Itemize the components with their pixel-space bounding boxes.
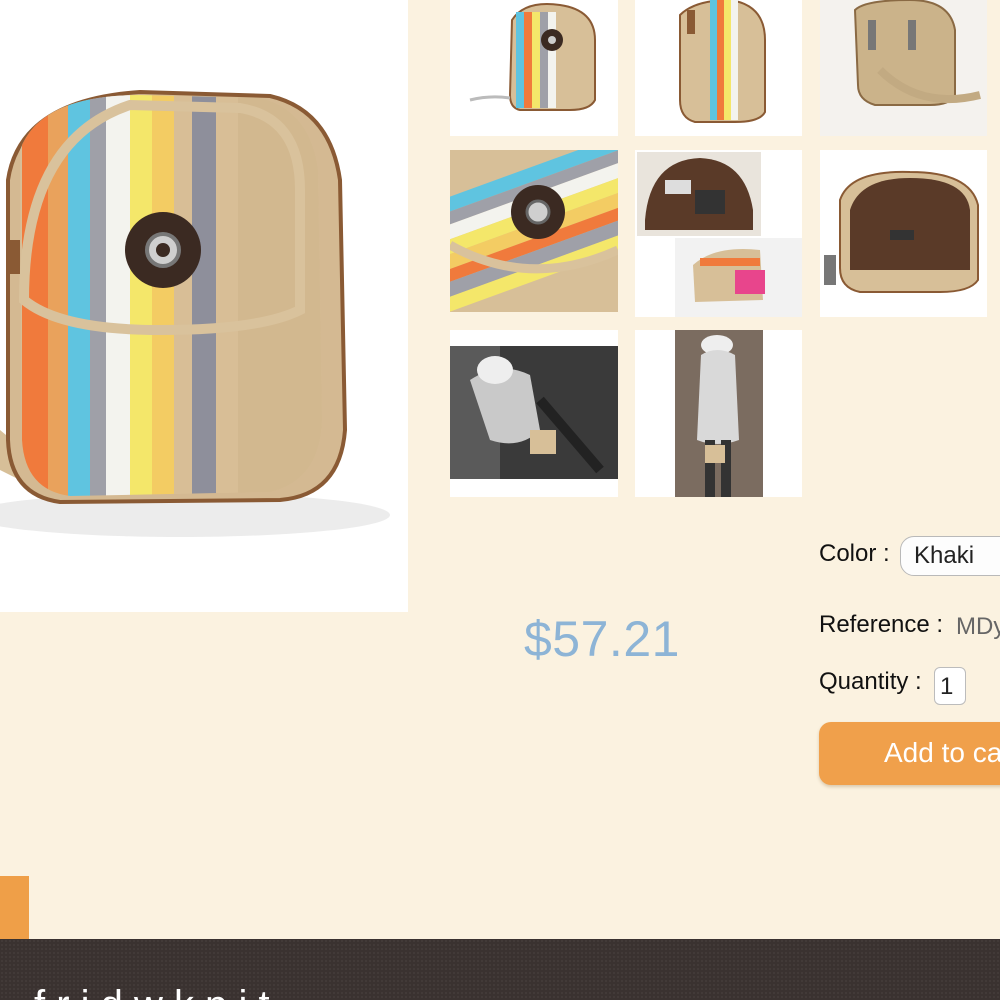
quantity-input[interactable]: 1 bbox=[934, 667, 966, 705]
thumb-bag-front[interactable] bbox=[450, 0, 618, 136]
thumb-bag-closeup[interactable] bbox=[450, 150, 618, 312]
thumb-bag-interior[interactable] bbox=[820, 150, 987, 317]
add-to-cart-button[interactable]: Add to ca bbox=[819, 722, 1000, 785]
color-select[interactable]: Khaki bbox=[900, 536, 1000, 576]
footer-text: f r i d w k p i t bbox=[34, 983, 270, 1000]
color-label: Color : bbox=[819, 540, 890, 567]
footer-bar: f r i d w k p i t bbox=[0, 939, 1000, 1000]
price: $57.21 bbox=[524, 611, 680, 667]
main-product-image[interactable] bbox=[0, 0, 408, 612]
thumb-bag-interior-items[interactable] bbox=[635, 150, 802, 317]
thumb-model-standing[interactable] bbox=[635, 330, 802, 497]
quantity-label: Quantity : bbox=[819, 668, 922, 695]
orange-tab-button[interactable] bbox=[0, 876, 29, 939]
reference-value: MDy bbox=[956, 613, 1000, 640]
thumb-bag-side[interactable] bbox=[635, 0, 802, 136]
thumb-model-street[interactable] bbox=[450, 330, 618, 497]
reference-label: Reference : bbox=[819, 611, 944, 638]
thumb-bag-back[interactable] bbox=[820, 0, 987, 136]
